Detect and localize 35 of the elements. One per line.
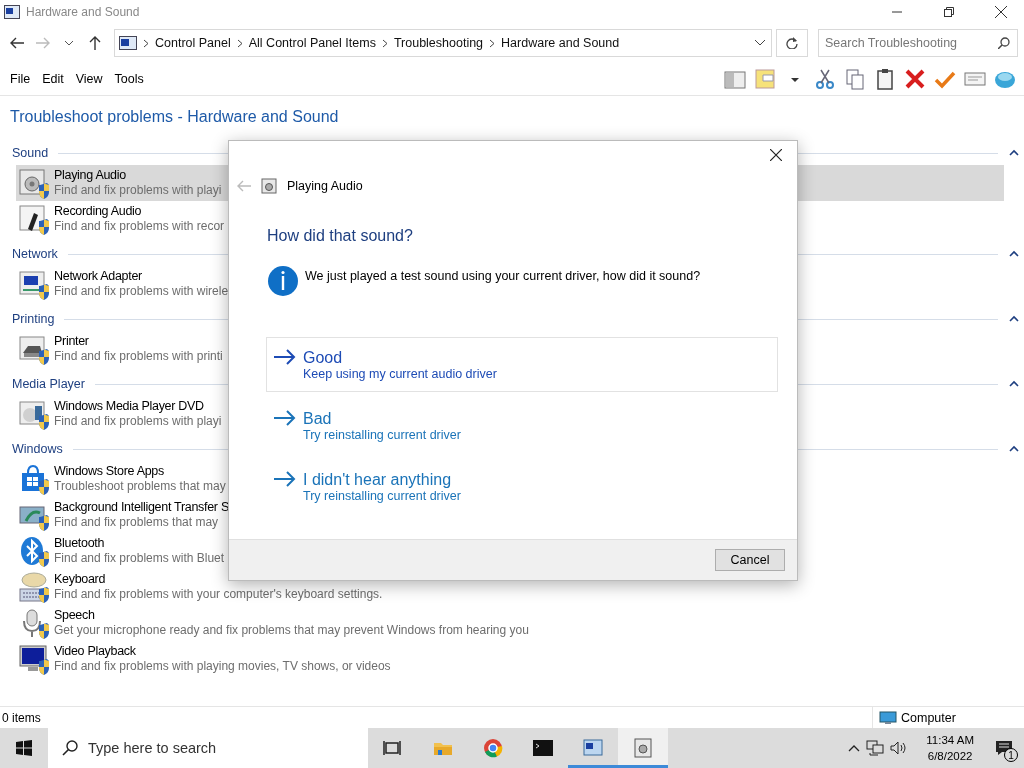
item-description: Find and fix problems that may xyxy=(54,515,220,530)
dialog-title: Playing Audio xyxy=(287,179,363,193)
item-title: Windows Media Player DVD xyxy=(54,399,205,414)
window-title: Hardware and Sound xyxy=(26,5,141,19)
item-title: Speech xyxy=(54,608,96,623)
item-title: Bluetooth xyxy=(54,536,106,551)
item-description: Find and fix problems with your computer's keyboard settings. xyxy=(54,587,383,602)
item-title: Windows Store Apps xyxy=(54,464,165,479)
item-title: Network Adapter xyxy=(54,269,143,284)
item-description: Troubleshoot problems that may xyxy=(54,479,226,494)
item-description: Find and fix problems with wirele xyxy=(54,284,229,299)
group-header: Media Player xyxy=(12,377,85,391)
item-description: Find and fix problems with recor xyxy=(54,219,225,234)
item-description: Find and fix problems with printi xyxy=(54,349,223,364)
item-title: Video Playback xyxy=(54,644,137,659)
group-header: Sound xyxy=(12,146,49,160)
dialog-message: We just played a test sound using your current driver, how did it sound? xyxy=(305,269,701,283)
page-title: Troubleshoot problems - Hardware and Sound xyxy=(9,107,340,127)
item-count: 0 items xyxy=(2,710,41,725)
item-description: Find and fix problems with playi xyxy=(54,414,222,429)
group-header: Windows xyxy=(12,442,63,456)
location-label: Computer xyxy=(901,710,956,725)
search-placeholder: Type here to search xyxy=(88,740,217,756)
item-description: Get your microphone ready and fix problems that may prevent Windows from hearing you xyxy=(54,623,529,638)
dialog-heading: How did that sound? xyxy=(267,227,414,245)
group-header: Network xyxy=(12,247,58,261)
notification-count: 1 xyxy=(1004,748,1018,762)
group-header: Printing xyxy=(12,312,55,326)
item-description: Find and fix problems with playi xyxy=(54,183,222,198)
item-title: Playing Audio xyxy=(54,168,127,183)
item-title: Printer xyxy=(54,334,90,349)
item-title: Keyboard xyxy=(54,572,107,587)
item-description: Find and fix problems with Bluet xyxy=(54,551,225,566)
item-title: Recording Audio xyxy=(54,204,143,219)
item-description: Find and fix problems with playing movies, TV shows, or videos xyxy=(54,659,391,674)
